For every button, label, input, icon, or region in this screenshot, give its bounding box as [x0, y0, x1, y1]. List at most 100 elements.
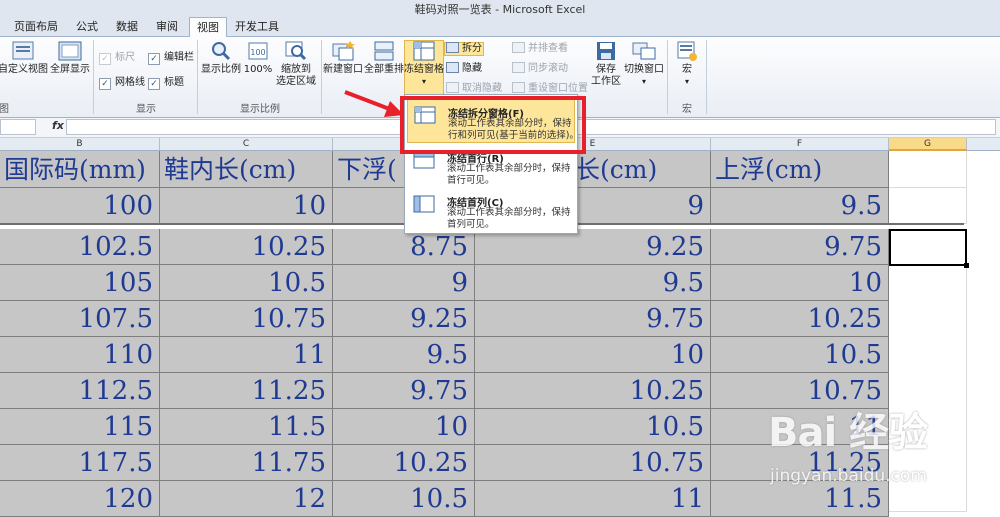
- formula-bar-checkbox[interactable]: ✓ 编辑栏: [148, 51, 194, 65]
- table-cell[interactable]: 11.25: [160, 373, 333, 409]
- full-screen-button[interactable]: 全屏显示: [48, 40, 92, 76]
- active-cell-g[interactable]: [889, 229, 969, 268]
- table-cell[interactable]: 9.25: [475, 229, 711, 265]
- headings-checkbox[interactable]: ✓ 标题: [148, 76, 184, 90]
- switch-windows-button[interactable]: 切换窗口 ▾: [622, 40, 666, 88]
- table-cell[interactable]: 10.25: [160, 229, 333, 265]
- table-cell[interactable]: 115: [0, 409, 160, 445]
- header-cell-inner-length[interactable]: 鞋内长(cm): [160, 151, 333, 188]
- gridlines-checkbox[interactable]: ✓ 网格线: [99, 76, 145, 90]
- hide-label: 隐藏: [462, 63, 482, 74]
- table-cell[interactable]: 10: [333, 409, 475, 445]
- checkbox-icon: ✓: [99, 53, 111, 65]
- magnifier-icon: [212, 42, 231, 61]
- sync-scroll-button[interactable]: 同步滚动: [512, 62, 568, 76]
- table-cell[interactable]: 9.75: [475, 301, 711, 337]
- name-box[interactable]: [0, 119, 36, 135]
- table-cell[interactable]: 9.5: [475, 265, 711, 301]
- table-cell[interactable]: 9.5: [711, 188, 889, 224]
- sync-scroll-icon: [512, 62, 525, 73]
- tab-formulas[interactable]: 公式: [70, 18, 104, 35]
- table-cell[interactable]: 10.25: [475, 373, 711, 409]
- table-cell[interactable]: 10.25: [711, 301, 889, 337]
- table-cell[interactable]: 10.75: [160, 301, 333, 337]
- zoom-100-button[interactable]: 100 100%: [242, 40, 274, 76]
- table-cell[interactable]: 102.5: [0, 229, 160, 265]
- tab-view[interactable]: 视图: [189, 17, 227, 38]
- table-cell[interactable]: 112.5: [0, 373, 160, 409]
- table-cell[interactable]: 10.5: [160, 265, 333, 301]
- side-by-side-label: 并排查看: [528, 43, 568, 54]
- table-cell[interactable]: 9.75: [333, 373, 475, 409]
- freeze-panes-button[interactable]: 冻结窗格 ▾: [404, 40, 444, 88]
- column-header-b[interactable]: B: [0, 138, 160, 151]
- arrange-all-button[interactable]: 全部重排: [363, 40, 405, 76]
- table-cell[interactable]: 11.75: [160, 445, 333, 481]
- tab-page-layout[interactable]: 页面布局: [8, 18, 64, 35]
- switch-windows-icon: [632, 42, 656, 60]
- unhide-icon: [446, 82, 459, 93]
- table-cell[interactable]: 11: [160, 337, 333, 373]
- custom-views-label: 自定义视图: [0, 64, 48, 75]
- freeze-first-column-menu-item[interactable]: 冻结首列(C) 滚动工作表其余部分时，保持 首列可见。: [407, 189, 575, 233]
- table-cell[interactable]: 10.5: [711, 337, 889, 373]
- group-separator: [667, 40, 668, 114]
- gridlines-label: 网格线: [115, 77, 145, 88]
- sync-scroll-label: 同步滚动: [528, 63, 568, 74]
- table-cell[interactable]: 11.5: [160, 409, 333, 445]
- column-header-g[interactable]: G: [889, 138, 967, 151]
- save-workspace-button[interactable]: 保存 工作区: [588, 40, 624, 88]
- table-cell[interactable]: 10: [711, 265, 889, 301]
- table-cell[interactable]: 107.5: [0, 301, 160, 337]
- header-cell-intl-size[interactable]: 国际码(mm): [0, 151, 160, 188]
- hide-button[interactable]: 隐藏: [446, 62, 482, 76]
- custom-views-button[interactable]: 自定义视图: [0, 40, 48, 76]
- table-cell[interactable]: 10.75: [475, 445, 711, 481]
- switch-windows-label: 切换窗口: [624, 64, 664, 75]
- macros-button[interactable]: 宏 ▾: [672, 40, 702, 88]
- zoom-to-selection-button[interactable]: 缩放到 选定区域: [274, 40, 318, 88]
- table-cell[interactable]: 10.5: [475, 409, 711, 445]
- table-cell[interactable]: 8.75: [333, 229, 475, 265]
- tab-data[interactable]: 数据: [110, 18, 144, 35]
- header-cell-upper-float[interactable]: 上浮(cm): [711, 151, 889, 188]
- column-header-f[interactable]: F: [711, 138, 889, 151]
- split-button[interactable]: 拆分: [446, 42, 482, 56]
- show-group-label: 显示: [136, 104, 156, 115]
- new-window-label: 新建窗口: [323, 64, 363, 75]
- tab-review[interactable]: 审阅: [150, 18, 184, 35]
- column-header-c[interactable]: C: [160, 138, 333, 151]
- new-window-button[interactable]: 新建窗口: [322, 40, 364, 76]
- side-by-side-button[interactable]: 并排查看: [512, 42, 568, 56]
- table-cell[interactable]: 9.75: [711, 229, 889, 265]
- zoom-label: 显示比例: [201, 64, 241, 75]
- table-cell[interactable]: 100: [0, 188, 160, 224]
- table-cell[interactable]: 10: [160, 188, 333, 224]
- unhide-label: 取消隐藏: [462, 83, 502, 94]
- empty-cell[interactable]: [889, 151, 967, 188]
- table-cell[interactable]: 117.5: [0, 445, 160, 481]
- group-separator: [197, 40, 198, 114]
- table-cell[interactable]: 10: [475, 337, 711, 373]
- title-bar: 鞋码对照一览表 - Microsoft Excel: [0, 0, 1000, 16]
- macros-icon: [677, 41, 697, 61]
- empty-cell[interactable]: [889, 188, 967, 224]
- save-workspace-label-1: 保存: [596, 64, 616, 75]
- table-cell[interactable]: 10.25: [333, 445, 475, 481]
- zoom-button[interactable]: 显示比例: [200, 40, 242, 76]
- macros-group-label: 宏: [682, 104, 692, 115]
- checkbox-checked-icon: ✓: [148, 53, 160, 65]
- table-cell[interactable]: 110: [0, 337, 160, 373]
- baidu-jingyan-watermark: Bai 经验 jingyan.baidu.com: [760, 400, 990, 510]
- table-cell[interactable]: 9.25: [333, 301, 475, 337]
- table-cell[interactable]: 105: [0, 265, 160, 301]
- macros-label: 宏: [682, 64, 692, 75]
- table-cell[interactable]: 9: [333, 265, 475, 301]
- ruler-label: 标尺: [115, 52, 135, 63]
- tab-developer[interactable]: 开发工具: [232, 18, 282, 35]
- table-cell[interactable]: 9.5: [333, 337, 475, 373]
- save-workspace-label-2: 工作区: [591, 76, 621, 87]
- fx-icon[interactable]: fx: [52, 119, 64, 132]
- dropdown-arrow-icon: ▾: [421, 77, 426, 86]
- ruler-checkbox[interactable]: ✓ 标尺: [99, 51, 135, 65]
